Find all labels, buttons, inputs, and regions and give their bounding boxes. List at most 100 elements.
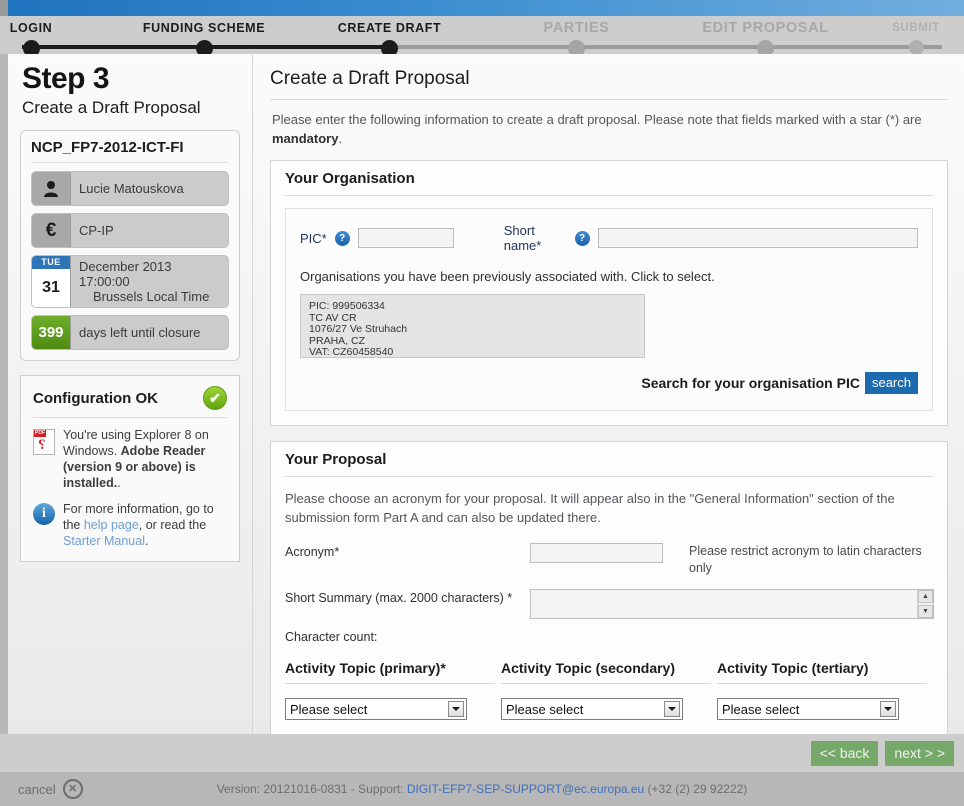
activity-topic-tertiary-select[interactable]: Please select xyxy=(717,698,899,720)
browser-config-row: You're using Explorer 8 on Windows. Adob… xyxy=(33,427,227,491)
page-left-edge xyxy=(0,54,8,734)
activity-topic-tertiary-value: Please select xyxy=(722,701,800,717)
days-left-badge: 399 xyxy=(32,316,71,349)
associated-org-entry[interactable]: PIC: 999506334 TC AV CR 1076/27 Ve Struh… xyxy=(300,294,645,358)
step-parties[interactable]: PARTIES xyxy=(500,16,653,57)
more-info-text-2: , or read the xyxy=(138,518,207,532)
page-body: Step 3 Create a Draft Proposal NCP_FP7-2… xyxy=(0,54,964,735)
chevron-down-icon[interactable] xyxy=(880,701,896,717)
configuration-title: Configuration OK xyxy=(33,389,158,407)
acronym-hint: Please restrict acronym to latin charact… xyxy=(689,544,922,575)
activity-topic-secondary-select[interactable]: Please select xyxy=(501,698,683,720)
activity-topic-primary-select[interactable]: Please select xyxy=(285,698,467,720)
configuration-header: Configuration OK ✔ xyxy=(33,386,227,418)
step-login-label: LOGIN xyxy=(9,21,53,35)
shortname-help-icon[interactable]: ? xyxy=(574,230,590,246)
info-icon: i xyxy=(33,501,63,549)
progress-stepper: LOGIN FUNDING SCHEME CREATE DRAFT PARTIE… xyxy=(0,16,964,57)
user-name: Lucie Matouskova xyxy=(79,181,184,196)
person-icon xyxy=(32,172,71,205)
associated-org-details: PIC: 999506334 TC AV CR 1076/27 Ve Struh… xyxy=(309,300,408,358)
shortname-input[interactable] xyxy=(597,228,918,248)
page-step-title: Step 3 xyxy=(22,62,110,95)
call-identifier: NCP_FP7-2012-ICT-FI xyxy=(31,139,229,163)
funding-scheme-value: CP-IP xyxy=(79,223,114,238)
chevron-down-icon[interactable] xyxy=(448,701,464,717)
summary-scrollbar[interactable]: ▲ ▼ xyxy=(917,590,933,618)
pdf-icon xyxy=(33,427,63,491)
acronym-input[interactable] xyxy=(530,543,663,563)
sidebar: Step 3 Create a Draft Proposal NCP_FP7-2… xyxy=(8,54,253,734)
step-parties-label: PARTIES xyxy=(543,20,610,36)
activity-topic-primary-value: Please select xyxy=(290,701,368,717)
footer-support-phone: (+32 (2) 29 92222) xyxy=(644,782,748,796)
pic-help-icon[interactable]: ? xyxy=(334,230,350,246)
summary-row: Short Summary (max. 2000 characters) * ▲… xyxy=(285,589,934,622)
activity-topic-primary: Activity Topic (primary)* Please select xyxy=(285,660,501,720)
check-circle-icon: ✔ xyxy=(203,386,227,410)
chevron-down-icon[interactable] xyxy=(664,701,680,717)
scheme-row: € CP-IP xyxy=(31,213,229,248)
associated-orgs-label: Organisations you have been previously a… xyxy=(300,269,715,284)
page-step-subtitle: Create a Draft Proposal xyxy=(22,98,201,117)
more-info-row: i For more information, go to the help p… xyxy=(33,501,227,549)
scroll-down-icon[interactable]: ▼ xyxy=(918,605,933,618)
search-pic-label: Search for your organisation PIC xyxy=(641,375,860,391)
page-title: Create a Draft Proposal xyxy=(270,68,948,100)
step-submit[interactable]: SUBMIT xyxy=(876,16,956,55)
activity-topic-secondary-value: Please select xyxy=(506,701,584,717)
footer-version-text: Version: 20121016-0831 - Support: xyxy=(216,782,407,796)
page-intro: Please enter the following information t… xyxy=(272,110,946,148)
summary-label: Short Summary (max. 2000 characters) * xyxy=(285,591,513,605)
activity-topic-secondary-title: Activity Topic (secondary) xyxy=(501,660,711,684)
deadline-timezone: Brussels Local Time xyxy=(93,289,210,304)
step-submit-label: SUBMIT xyxy=(892,22,940,34)
activity-topic-tertiary: Activity Topic (tertiary) Please select xyxy=(717,660,933,720)
deadline-row: TUE 31 December 2013 17:00:00 Brussels L… xyxy=(31,255,229,308)
support-email-link[interactable]: DIGIT-EFP7-SEP-SUPPORT@ec.europa.eu xyxy=(407,782,644,796)
activity-topic-tertiary-title: Activity Topic (tertiary) xyxy=(717,660,927,684)
footer-version-info: Version: 20121016-0831 - Support: DIGIT-… xyxy=(0,782,964,796)
help-page-link[interactable]: help page xyxy=(84,518,139,532)
summary-textarea[interactable] xyxy=(530,589,934,619)
proposal-heading: Your Proposal xyxy=(285,451,387,468)
page-intro-bold: mandatory xyxy=(272,131,339,146)
page-intro-1: Please enter the following information t… xyxy=(272,112,922,127)
activity-topic-secondary: Activity Topic (secondary) Please select xyxy=(501,660,717,720)
pic-shortname-row: PIC* ? Short name* ? xyxy=(300,223,918,253)
euro-icon: € xyxy=(32,214,71,247)
search-pic-row: Search for your organisation PIC search xyxy=(300,372,918,394)
step-submit-dot xyxy=(908,40,924,55)
more-info-text: For more information, go to the help pag… xyxy=(63,501,227,549)
calendar-icon: TUE 31 xyxy=(32,256,71,307)
next-button[interactable]: next > > xyxy=(885,740,954,766)
starter-manual-link[interactable]: Starter Manual xyxy=(63,534,145,548)
step-funding-scheme-label: FUNDING SCHEME xyxy=(142,21,266,35)
organisation-inner: PIC* ? Short name* ? Organisations you h… xyxy=(285,208,933,411)
deadline-text: December 2013 17:00:00 Brussels Local Ti… xyxy=(71,256,228,307)
step-login[interactable]: LOGIN xyxy=(0,16,62,57)
call-info-card: NCP_FP7-2012-ICT-FI Lucie Matouskova € C… xyxy=(20,130,240,361)
proposal-body: Please choose an acronym for your propos… xyxy=(271,477,947,734)
main-content: Create a Draft Proposal Please enter the… xyxy=(254,54,964,735)
calendar-day: 31 xyxy=(32,269,70,307)
back-button[interactable]: << back xyxy=(810,740,879,766)
step-edit-proposal-label: EDIT PROPOSAL xyxy=(702,20,829,36)
search-button[interactable]: search xyxy=(864,372,918,394)
step-edit-proposal[interactable]: EDIT PROPOSAL xyxy=(682,16,849,57)
shortname-label: Short name* xyxy=(503,223,542,253)
footer: cancel ✕ Version: 20121016-0831 - Suppor… xyxy=(0,772,964,806)
days-left-row: 399 days left until closure xyxy=(31,315,229,350)
deadline-datetime: December 2013 17:00:00 xyxy=(79,259,172,289)
top-band-left-edge xyxy=(0,0,8,16)
organisation-body: PIC* ? Short name* ? Organisations you h… xyxy=(271,196,947,425)
browser-config-text-tail: . xyxy=(117,476,121,490)
step-create-draft[interactable]: CREATE DRAFT xyxy=(312,16,467,57)
step-funding-scheme[interactable]: FUNDING SCHEME xyxy=(122,16,286,57)
pic-input[interactable] xyxy=(357,228,454,248)
proposal-panel: Your Proposal Please choose an acronym f… xyxy=(270,441,948,735)
scroll-up-icon[interactable]: ▲ xyxy=(918,590,933,603)
more-info-text-3: . xyxy=(144,534,149,548)
activity-topic-primary-title: Activity Topic (primary)* xyxy=(285,660,495,684)
acronym-label: Acronym* xyxy=(285,545,340,559)
